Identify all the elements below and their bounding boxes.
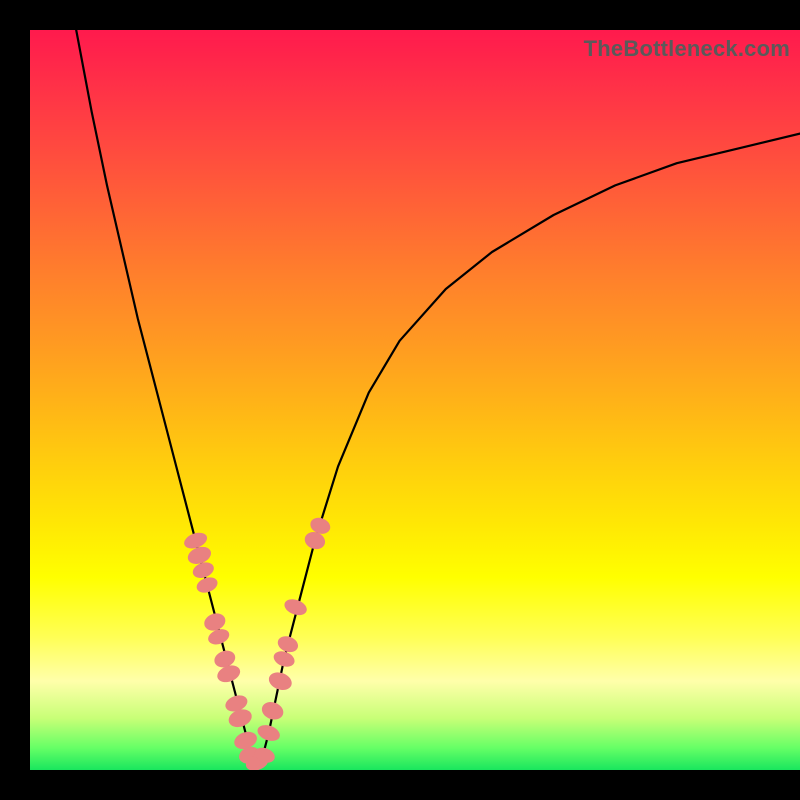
right-curve — [261, 134, 800, 763]
data-point — [266, 669, 294, 693]
chart-svg — [30, 30, 800, 770]
chart-frame: TheBottleneck.com — [0, 0, 800, 800]
curve-group — [76, 30, 800, 763]
data-point — [255, 722, 282, 744]
plot-area: TheBottleneck.com — [30, 30, 800, 770]
data-dots — [182, 515, 333, 770]
data-point — [259, 699, 285, 722]
